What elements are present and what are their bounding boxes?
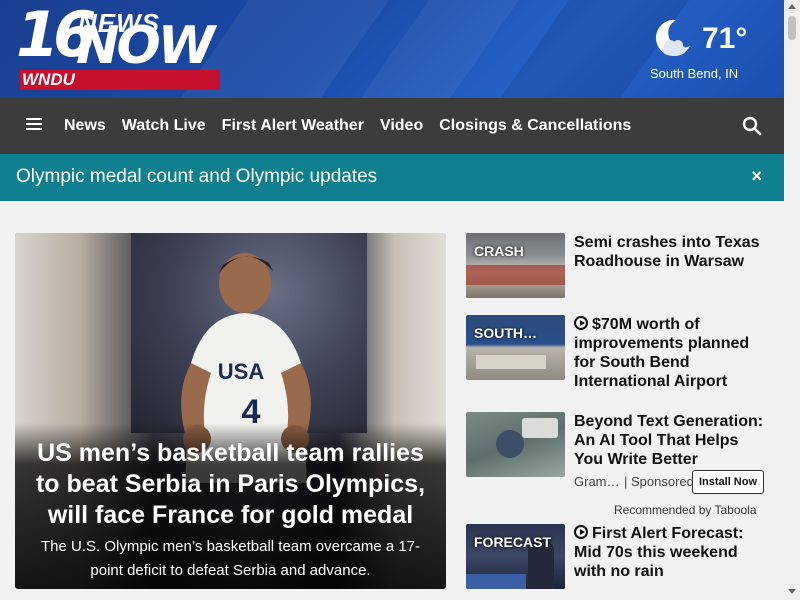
- weather-widget[interactable]: 71° South Bend, IN: [636, 14, 766, 86]
- story-title[interactable]: Semi crashes into Texas Roadhouse in War…: [574, 233, 766, 271]
- scrollbar-thumb[interactable]: [788, 16, 796, 40]
- alert-banner: Olympic medal count and Olympic updates …: [0, 154, 784, 201]
- play-icon: [574, 316, 588, 330]
- page: 16 NEWS NOW WNDU 71° South Bend, IN News…: [0, 0, 784, 600]
- hamburger-menu-icon[interactable]: [26, 115, 46, 135]
- story-label: CRASH: [474, 243, 524, 259]
- weather-location: South Bend, IN: [650, 66, 739, 81]
- nav-item-closings[interactable]: Closings & Cancellations: [439, 117, 631, 135]
- sponsored-story[interactable]: Beyond Text Generation: An AI Tool That …: [466, 412, 766, 502]
- recommended-by-taboola[interactable]: Recommended by Taboola: [614, 503, 757, 517]
- main-nav: News Watch Live First Alert Weather Vide…: [0, 98, 784, 154]
- story-title-text: $70M worth of improvements planned for S…: [574, 316, 750, 390]
- close-icon[interactable]: ×: [751, 166, 762, 187]
- story-item[interactable]: SOUTH… $70M worth of improvements planne…: [466, 315, 766, 390]
- hero-story[interactable]: USA 4 US men’s basketball team rallies t…: [15, 233, 446, 589]
- story-thumbnail[interactable]: FORECAST: [466, 524, 565, 589]
- nav-item-first-alert-weather[interactable]: First Alert Weather: [222, 117, 364, 135]
- page-scrollbar[interactable]: [784, 0, 800, 600]
- story-thumbnail[interactable]: CRASH: [466, 233, 565, 298]
- story-thumbnail[interactable]: [466, 412, 565, 477]
- search-icon[interactable]: [742, 116, 762, 136]
- install-now-button[interactable]: Install Now: [692, 470, 764, 494]
- weather-temperature: 71°: [702, 22, 748, 55]
- story-title-text: First Alert Forecast: Mid 70s this weeke…: [574, 525, 744, 580]
- story-item[interactable]: FORECAST First Alert Forecast: Mid 70s t…: [466, 524, 766, 590]
- sponsor-source[interactable]: Gram…: [574, 474, 620, 489]
- scroll-up-icon[interactable]: [788, 4, 796, 9]
- sponsor-row: Gram… | Sponsored Install Now: [574, 470, 766, 494]
- hero-summary: The U.S. Olympic men’s basketball team o…: [40, 538, 421, 579]
- alert-text[interactable]: Olympic medal count and Olympic updates: [16, 166, 377, 188]
- nav-item-news[interactable]: News: [64, 117, 106, 135]
- nav-item-watch-live[interactable]: Watch Live: [122, 117, 206, 135]
- sponsored-tag: | Sponsored: [624, 474, 694, 489]
- site-header: 16 NEWS NOW WNDU 71° South Bend, IN: [0, 0, 784, 98]
- play-icon: [574, 525, 588, 539]
- nav-item-video[interactable]: Video: [380, 117, 423, 135]
- hero-headline[interactable]: US men’s basketball team rallies to beat…: [25, 438, 436, 531]
- nav-links: News Watch Live First Alert Weather Vide…: [64, 98, 647, 154]
- site-logo[interactable]: 16 NEWS NOW WNDU: [16, 4, 230, 92]
- story-label: SOUTH…: [474, 325, 537, 341]
- scroll-down-icon[interactable]: [788, 589, 796, 594]
- story-thumbnail[interactable]: SOUTH…: [466, 315, 565, 380]
- story-label: FORECAST: [474, 534, 551, 550]
- moon-cloud-icon: [655, 19, 690, 56]
- story-item[interactable]: CRASH Semi crashes into Texas Roadhouse …: [466, 233, 766, 299]
- story-title[interactable]: Beyond Text Generation: An AI Tool That …: [574, 412, 766, 469]
- logo-now: NOW: [76, 16, 215, 76]
- jersey-text: USA: [218, 359, 265, 384]
- story-title[interactable]: $70M worth of improvements planned for S…: [574, 315, 766, 391]
- story-title[interactable]: First Alert Forecast: Mid 70s this weeke…: [574, 524, 766, 581]
- logo-station: WNDU: [22, 70, 75, 89]
